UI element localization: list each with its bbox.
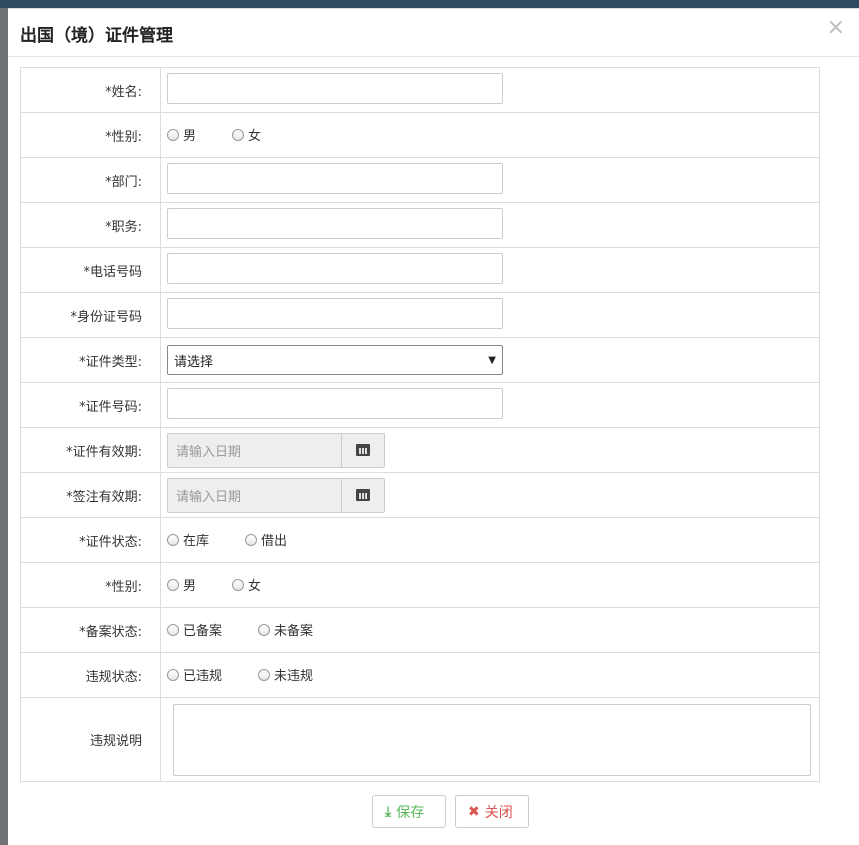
visa-valid-date-group: 请输入日期: [167, 477, 385, 513]
form-row-position: *职务:: [20, 202, 820, 248]
close-button[interactable]: ✖ 关闭: [455, 795, 529, 828]
cert-status-instock-label: 在库: [183, 534, 210, 550]
gender2-radio-female[interactable]: 女: [232, 575, 261, 594]
gender2-male-label: 男: [183, 579, 197, 595]
idcard-label: *身份证号码: [20, 292, 161, 338]
dialog-header: 出国（境）证件管理 ×: [8, 9, 859, 57]
x-icon: ✖: [468, 803, 480, 820]
save-button-label: 保存: [396, 804, 425, 821]
filing-radio-group: 已备案 未备案: [167, 620, 349, 639]
cert-valid-date-group: 请输入日期: [167, 432, 385, 468]
form-row-idcard: *身份证号码: [20, 292, 820, 338]
filing-filed-label: 已备案: [183, 624, 223, 640]
close-icon[interactable]: ×: [827, 17, 845, 39]
cert-type-label: *证件类型:: [20, 337, 161, 383]
cert-status-radio-group: 在库 借出: [167, 530, 323, 549]
cert-status-radio-instock[interactable]: 在库: [167, 530, 209, 549]
filing-radio-filed[interactable]: 已备案: [167, 620, 222, 639]
calendar-icon: [356, 444, 370, 456]
cert-valid-date-button[interactable]: [341, 432, 385, 468]
cert-status-radio-lent[interactable]: 借出: [245, 530, 287, 549]
gender-male-label: 男: [183, 129, 197, 145]
idcard-input[interactable]: [167, 297, 503, 329]
violation-radio-no[interactable]: 未违规: [258, 665, 313, 684]
gender-female-label: 女: [248, 129, 262, 145]
cert-type-select[interactable]: 请选择 ▼: [167, 345, 503, 375]
cert-valid-label: *证件有效期:: [20, 427, 161, 473]
form-row-cert-valid: *证件有效期: 请输入日期: [20, 427, 820, 473]
filing-label: *备案状态:: [20, 607, 161, 653]
position-label: *职务:: [20, 202, 161, 248]
calendar-icon: [356, 489, 370, 501]
gender2-label: *性别:: [20, 562, 161, 608]
violation-radio-yes[interactable]: 已违规: [167, 665, 222, 684]
name-label: *姓名:: [20, 67, 161, 113]
filing-unfiled-label: 未备案: [274, 624, 314, 640]
form-row-gender: *性别: 男 女: [20, 112, 820, 158]
cert-no-input[interactable]: [167, 387, 503, 419]
filing-radio-unfiled[interactable]: 未备案: [258, 620, 313, 639]
phone-label: *电话号码: [20, 247, 161, 293]
violation-desc-textarea[interactable]: [173, 703, 811, 776]
download-icon: ⤓: [385, 803, 392, 820]
cert-status-label: *证件状态:: [20, 517, 161, 563]
position-input[interactable]: [167, 207, 503, 239]
cert-type-value: 请选择: [174, 354, 214, 370]
close-button-label: 关闭: [484, 804, 513, 821]
dialog-footer: ⤓ 保存 ✖ 关闭: [8, 793, 859, 833]
gender-radio-female[interactable]: 女: [232, 125, 261, 144]
gender-label: *性别:: [20, 112, 161, 158]
certificate-dialog: 出国（境）证件管理 × *姓名: *性别: 男 女 *部门: *职务: *电话号…: [8, 8, 859, 845]
gender2-radio-male[interactable]: 男: [167, 575, 196, 594]
form-row-visa-valid: *签注有效期: 请输入日期: [20, 472, 820, 518]
cert-valid-date-input[interactable]: 请输入日期: [167, 432, 341, 468]
violation-label: 违规状态:: [20, 652, 161, 698]
form-row-dept: *部门:: [20, 157, 820, 203]
violation-desc-label: 违规说明: [20, 697, 161, 782]
phone-input[interactable]: [167, 252, 503, 284]
gender2-female-label: 女: [248, 579, 262, 595]
form-row-cert-status: *证件状态: 在库 借出: [20, 517, 820, 563]
gender-radio-male[interactable]: 男: [167, 125, 196, 144]
form-row-phone: *电话号码: [20, 247, 820, 293]
form-row-violation-desc: 违规说明: [20, 697, 820, 782]
visa-valid-date-button[interactable]: [341, 477, 385, 513]
cert-status-lent-label: 借出: [261, 534, 288, 550]
form-row-filing: *备案状态: 已备案 未备案: [20, 607, 820, 653]
violation-yes-label: 已违规: [183, 669, 223, 685]
form-row-cert-no: *证件号码:: [20, 382, 820, 428]
form-row-cert-type: *证件类型: 请选择 ▼: [20, 337, 820, 383]
form-row-name: *姓名:: [20, 67, 820, 113]
form-row-violation: 违规状态: 已违规 未违规: [20, 652, 820, 698]
chevron-down-icon: ▼: [488, 354, 496, 366]
gender2-radio-group: 男 女: [167, 575, 297, 594]
gender-radio-group: 男 女: [167, 125, 297, 144]
form-row-gender2: *性别: 男 女: [20, 562, 820, 608]
violation-no-label: 未违规: [274, 669, 314, 685]
visa-valid-label: *签注有效期:: [20, 472, 161, 518]
name-input[interactable]: [167, 72, 503, 104]
dept-label: *部门:: [20, 157, 161, 203]
visa-valid-date-input[interactable]: 请输入日期: [167, 477, 341, 513]
save-button[interactable]: ⤓ 保存: [372, 795, 446, 828]
dept-input[interactable]: [167, 162, 503, 194]
cert-no-label: *证件号码:: [20, 382, 161, 428]
background-nav-bar: [0, 0, 859, 8]
dialog-title: 出国（境）证件管理: [20, 26, 173, 46]
cert-form: *姓名: *性别: 男 女 *部门: *职务: *电话号码 *身份证号码 *证件…: [20, 67, 820, 782]
violation-radio-group: 已违规 未违规: [167, 665, 349, 684]
